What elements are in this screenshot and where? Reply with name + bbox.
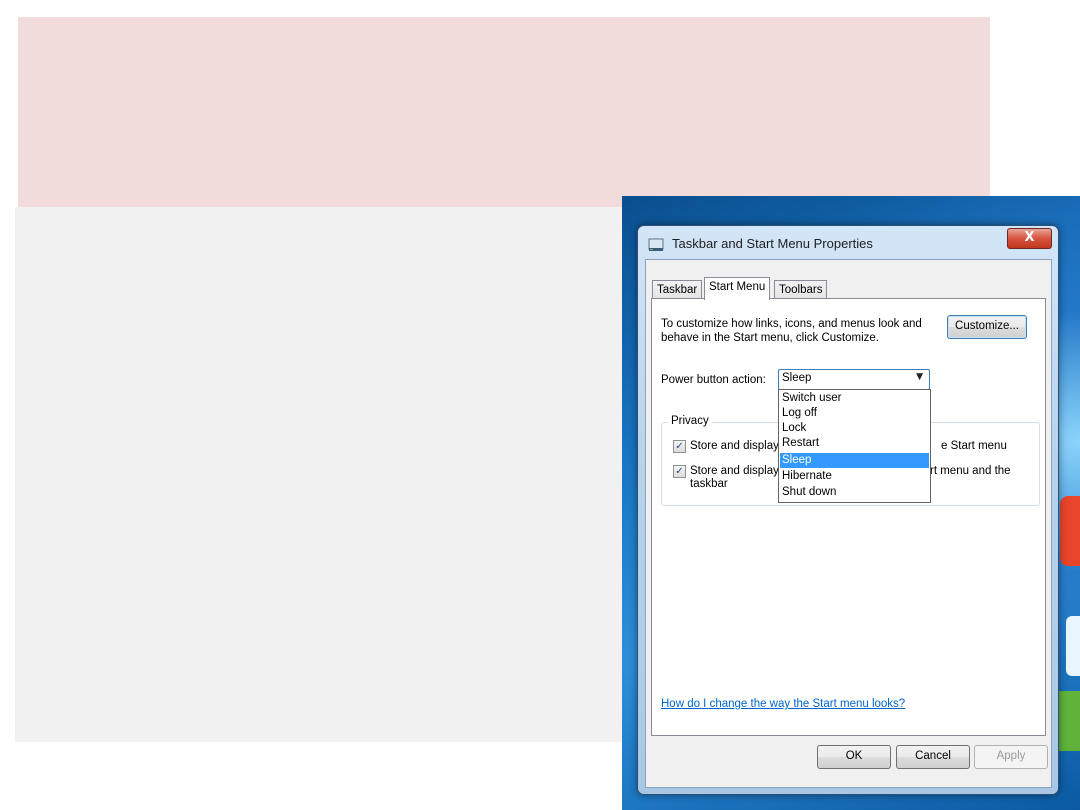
dialog-client-area: Taskbar Start Menu Toolbars To customize… [645,259,1052,788]
option-restart[interactable]: Restart [780,436,929,451]
cancel-button[interactable]: Cancel [896,745,970,769]
tab-taskbar[interactable]: Taskbar [652,280,703,300]
start-menu-tab-page: To customize how links, icons, and menus… [651,298,1046,736]
power-button-value: Sleep [782,372,812,384]
power-button-select[interactable]: Sleep ▼ [778,369,930,390]
privacy-option-2-label: Store and display r [690,465,786,477]
ok-button[interactable]: OK [817,745,891,769]
option-lock[interactable]: Lock [780,421,929,436]
customize-button[interactable]: Customize... [947,315,1027,339]
power-button-label: Power button action: [661,374,766,386]
apply-button[interactable]: Apply [974,745,1048,769]
option-hibernate[interactable]: Hibernate [780,469,929,484]
windows-logo-glow [1066,616,1080,676]
slide-content-panel [15,207,622,742]
privacy-option-1-label: Store and display r [690,440,786,452]
close-button[interactable]: X [1007,228,1052,249]
privacy-option-2-line2: taskbar [690,478,728,490]
privacy-option-1-tail: e Start menu [941,440,1007,452]
window-title: Taskbar and Start Menu Properties [672,236,873,251]
checkbox-recent-items[interactable]: ✓ [673,465,686,478]
customize-description: To customize how links, icons, and menus… [661,318,922,344]
windows-logo-red [1060,496,1080,566]
power-options-dropdown: Switch user Log off Lock Restart Sleep H… [778,389,931,503]
option-log-off[interactable]: Log off [780,406,929,421]
checkbox-recent-programs[interactable]: ✓ [673,440,686,453]
option-shut-down[interactable]: Shut down [780,485,929,500]
help-link[interactable]: How do I change the way the Start menu l… [661,698,905,710]
option-sleep[interactable]: Sleep [780,453,929,468]
tab-start-menu[interactable]: Start Menu [704,277,771,300]
privacy-option-2-tail: rt menu and the [930,465,1011,477]
chevron-down-icon[interactable]: ▼ [916,372,923,382]
properties-dialog: Taskbar and Start Menu Properties X Task… [637,225,1059,795]
tab-toolbars[interactable]: Toolbars [774,280,828,300]
taskbar-icon [648,238,664,251]
slide-header-band [18,17,990,207]
privacy-label: Privacy [668,415,712,427]
title-bar[interactable]: Taskbar and Start Menu Properties X [638,226,1058,258]
option-switch-user[interactable]: Switch user [780,391,929,406]
